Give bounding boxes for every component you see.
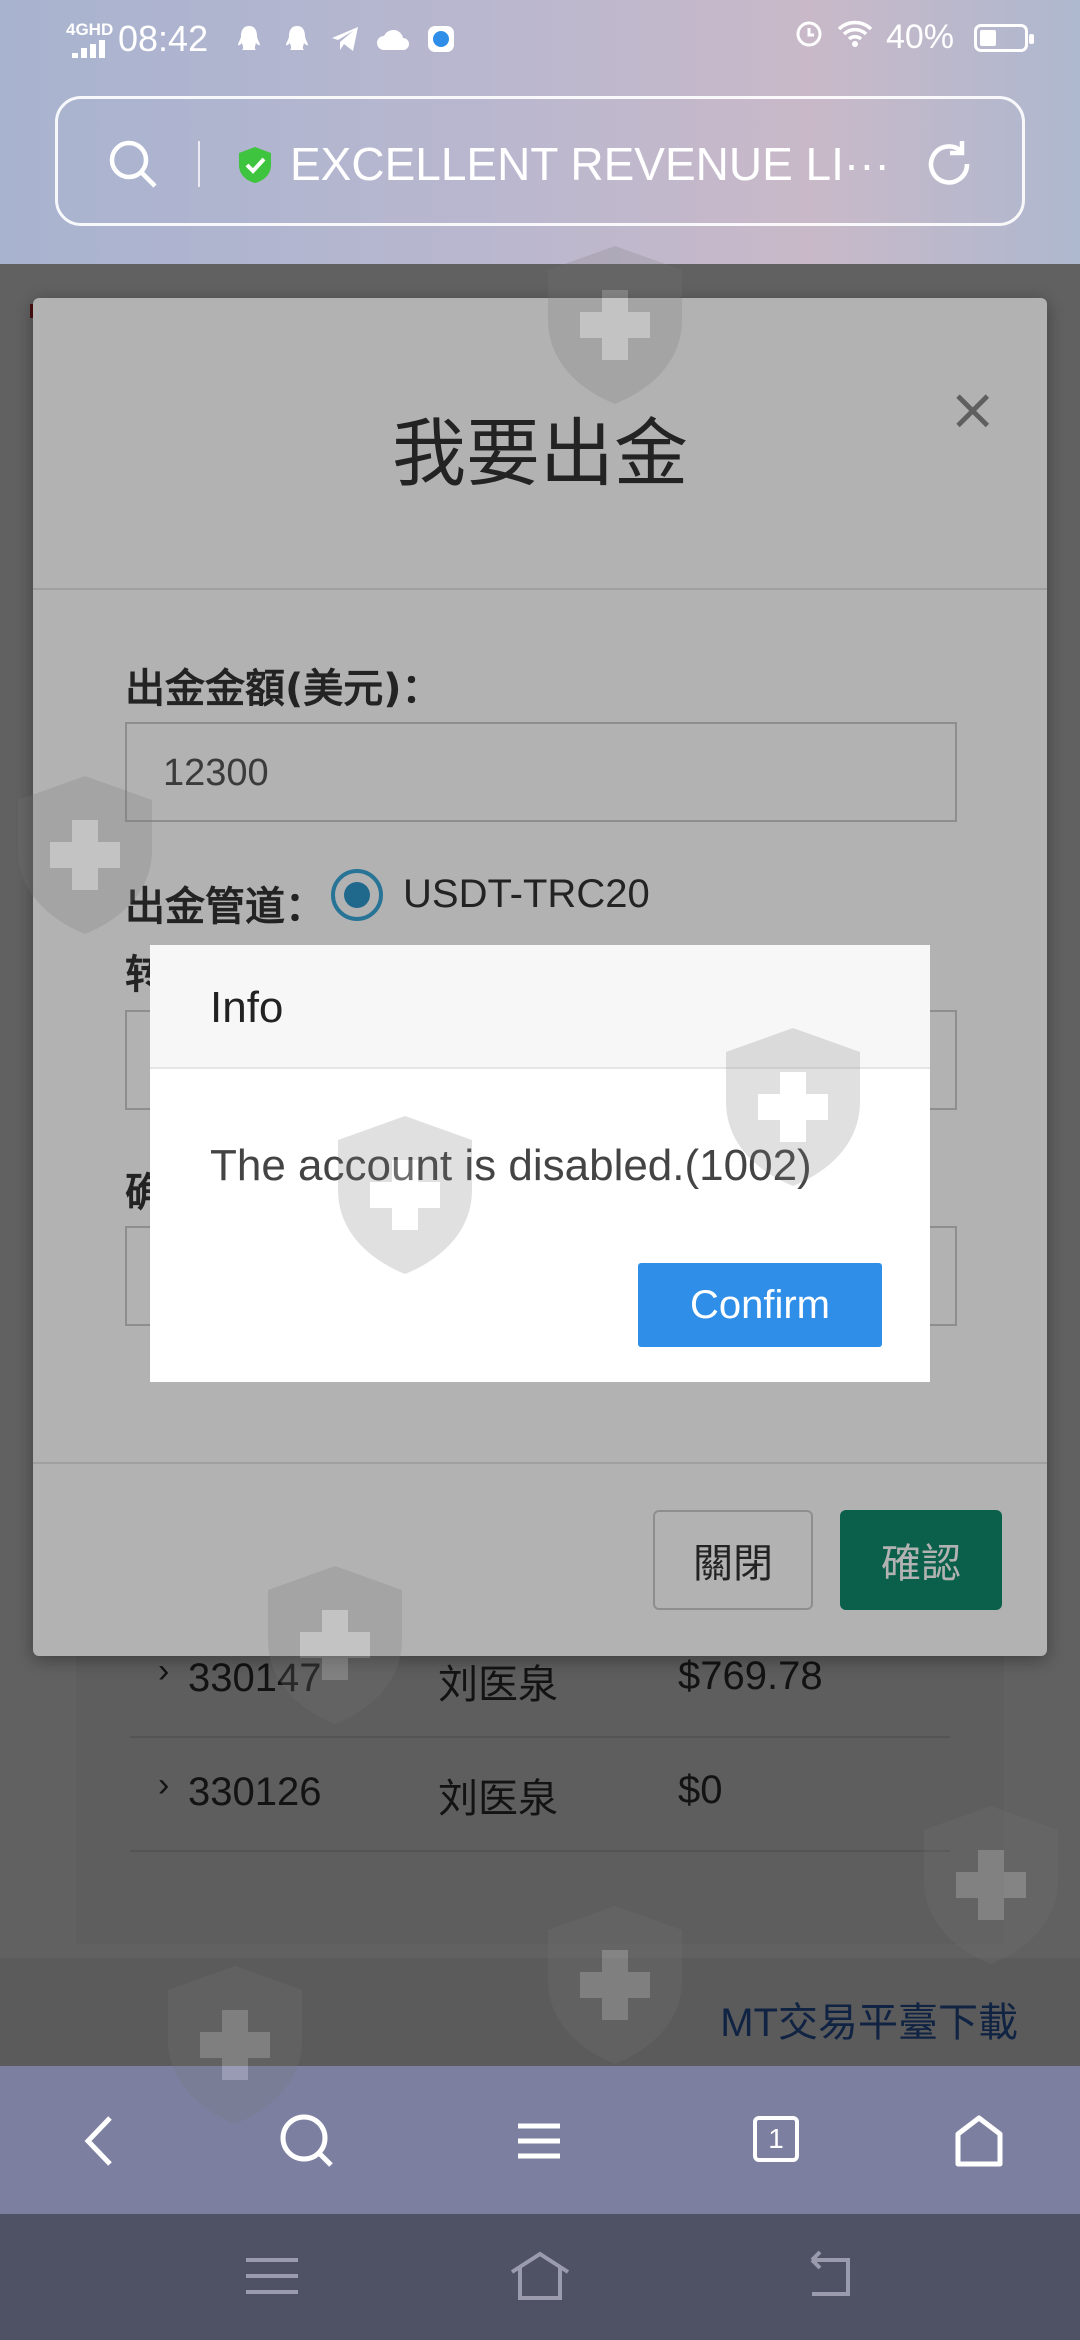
cloud-icon <box>376 22 410 56</box>
app-icon <box>424 22 458 56</box>
search-icon[interactable] <box>106 137 160 191</box>
qq-icon <box>232 22 266 56</box>
qq-icon-2 <box>280 22 314 56</box>
wifi-icon <box>836 18 874 57</box>
secure-shield-icon <box>239 147 271 183</box>
menu-icon[interactable] <box>504 2106 574 2176</box>
dialog-header: Info <box>150 945 930 1069</box>
back-nav-icon[interactable] <box>798 2246 862 2306</box>
browser-header: 4GHD 08:42 40% EXCELLENT REVENUE LI··· <box>0 0 1080 264</box>
reload-icon[interactable] <box>920 135 978 193</box>
confirm-button[interactable]: Confirm <box>638 1263 882 1347</box>
dialog-message: The account is disabled.(1002) <box>210 1141 812 1190</box>
back-icon[interactable] <box>66 2106 136 2176</box>
tab-count-icon[interactable]: 1 <box>753 2116 799 2162</box>
battery-percent: 40% <box>885 18 954 56</box>
info-dialog: Info The account is disabled.(1002) Conf… <box>150 945 930 1382</box>
recent-apps-icon[interactable] <box>240 2246 304 2306</box>
network-type: 4GHD <box>66 20 114 39</box>
notification-icons <box>232 22 458 56</box>
signal-icon <box>72 40 106 58</box>
search-icon[interactable] <box>272 2106 342 2176</box>
battery-icon <box>974 23 1034 52</box>
status-right: 40% <box>794 18 1034 57</box>
page-title[interactable]: EXCELLENT REVENUE LI··· <box>290 137 930 191</box>
url-divider <box>198 141 200 187</box>
dialog-title: Info <box>210 983 284 1032</box>
home-nav-icon[interactable] <box>508 2246 572 2306</box>
status-bar: 4GHD 08:42 40% <box>0 0 1080 84</box>
telegram-icon <box>328 22 362 56</box>
url-bar[interactable]: EXCELLENT REVENUE LI··· <box>55 96 1025 226</box>
alarm-icon <box>794 18 824 57</box>
home-icon[interactable] <box>944 2106 1014 2176</box>
status-time: 08:42 <box>118 18 209 59</box>
